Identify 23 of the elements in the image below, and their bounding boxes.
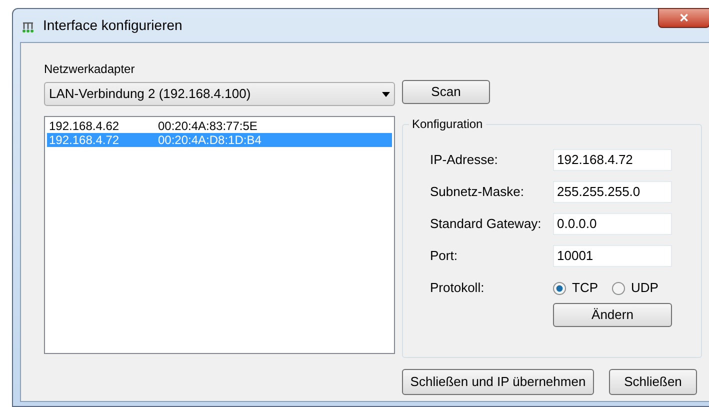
- input-field[interactable]: 192.168.4.72: [553, 149, 672, 171]
- protocol-label: Protokoll:: [430, 279, 486, 298]
- close-and-apply-button[interactable]: Schließen und IP übernehmen: [402, 369, 594, 395]
- apply-button[interactable]: Ändern: [553, 303, 672, 327]
- radio-label[interactable]: UDP: [631, 278, 658, 298]
- adapter-dropdown[interactable]: LAN-Verbindung 2 (192.168.4.100): [44, 82, 395, 106]
- field-label: Subnetz-Maske:: [430, 183, 525, 202]
- radio-label[interactable]: TCP: [572, 278, 598, 298]
- window-title: Interface konfigurieren: [43, 16, 182, 35]
- input-field[interactable]: 10001: [553, 245, 672, 267]
- device-row[interactable]: 192.168.4.62 00:20:4A:83:77:5E: [47, 119, 392, 133]
- field-label: Standard Gateway:: [430, 215, 542, 234]
- radio-button[interactable]: [612, 282, 625, 294]
- adapter-label: Netzwerkadapter: [44, 62, 136, 77]
- close-dialog-button[interactable]: Schließen: [609, 369, 697, 395]
- field-label: IP-Adresse:: [430, 151, 499, 170]
- input-field[interactable]: 0.0.0.0: [553, 213, 672, 235]
- scan-button[interactable]: Scan: [402, 80, 490, 104]
- radio-button[interactable]: [553, 282, 566, 294]
- dropdown-arrow-icon: [382, 92, 390, 96]
- field-label: Port:: [430, 247, 458, 266]
- input-field[interactable]: 255.255.255.0: [553, 181, 672, 203]
- group-title: Konfiguration: [409, 117, 486, 131]
